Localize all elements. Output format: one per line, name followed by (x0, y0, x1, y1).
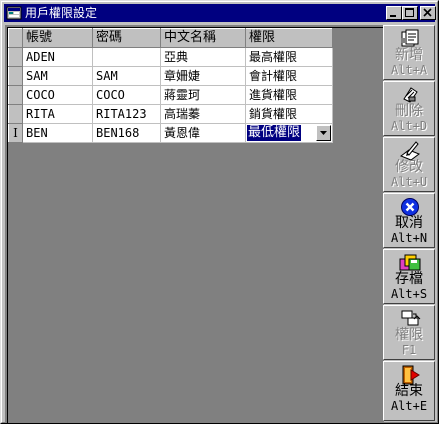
save-button-shortcut: Alt+S (390, 287, 428, 301)
chevron-down-icon (320, 131, 327, 135)
add-button-shortcut: Alt+A (390, 63, 428, 77)
exit-button-label: 結束 (395, 383, 423, 399)
maximize-icon (405, 8, 414, 17)
close-icon (423, 8, 432, 17)
current-row-indicator[interactable]: I (8, 123, 23, 143)
column-header-account[interactable]: 帳號 (22, 28, 93, 48)
row-selector[interactable] (8, 47, 23, 67)
user-permission-grid: 帳號 密碼 中文名稱 權限 ADEN 亞典 最高權限 SAM SAM 章姍婕 會… (7, 27, 384, 423)
permission-button-label: 權限 (395, 327, 423, 343)
action-toolbar: 新增 Alt+A 刪除 Alt+D 修改 Alt+U 取消 Alt+N 存檔 A… (383, 25, 435, 421)
name-cell[interactable]: 章姍婕 (160, 66, 246, 86)
edit-record-icon (399, 141, 421, 161)
name-cell[interactable]: 高瑞蓁 (160, 104, 246, 124)
grid-frame: 帳號 密碼 中文名稱 權限 ADEN 亞典 最高權限 SAM SAM 章姍婕 會… (5, 25, 384, 423)
add-button[interactable]: 新增 Alt+A (383, 25, 435, 80)
maximize-button[interactable] (402, 6, 418, 20)
table-row[interactable]: SAM SAM 章姍婕 會計權限 (8, 66, 333, 86)
delete-button[interactable]: 刪除 Alt+D (383, 81, 435, 136)
exit-button[interactable]: 結束 Alt+E (383, 361, 435, 421)
window-title: 用戶權限設定 (25, 6, 98, 20)
cancel-x-icon (401, 198, 419, 216)
table-row[interactable]: RITA RITA123 高瑞蓁 銷貨權限 (8, 104, 333, 124)
grid-header-row: 帳號 密碼 中文名稱 權限 (8, 28, 333, 48)
save-button[interactable]: 存檔 Alt+S (383, 249, 435, 304)
add-record-icon (401, 29, 419, 47)
column-header-password[interactable]: 密碼 (92, 28, 161, 48)
name-cell[interactable]: 亞典 (160, 47, 246, 67)
dropdown-arrow-button[interactable] (316, 125, 331, 141)
cancel-button[interactable]: 取消 Alt+N (383, 193, 435, 248)
password-cell[interactable]: COCO (92, 85, 161, 105)
password-cell[interactable]: RITA123 (92, 104, 161, 124)
close-button[interactable] (420, 6, 436, 20)
table-row[interactable]: COCO COCO 蔣靈珂 進貨權限 (8, 85, 333, 105)
permission-cell[interactable]: 進貨權限 (245, 85, 333, 105)
cancel-button-label: 取消 (395, 215, 423, 231)
save-button-label: 存檔 (395, 271, 423, 287)
row-selector[interactable] (8, 85, 23, 105)
app-window-icon (6, 6, 22, 20)
title-bar[interactable]: 用戶權限設定 (4, 4, 436, 22)
exit-door-icon (402, 365, 420, 385)
account-cell[interactable]: BEN (22, 123, 93, 143)
add-button-label: 新增 (395, 47, 423, 63)
permission-select-value[interactable]: 最低權限 (247, 125, 302, 141)
account-cell[interactable]: ADEN (22, 47, 93, 67)
edit-button-label: 修改 (395, 159, 423, 175)
table-row-current[interactable]: I BEN BEN168 黃恩偉 最低權限 (8, 123, 333, 143)
name-cell[interactable]: 蔣靈珂 (160, 85, 246, 105)
permission-button-shortcut: F1 (401, 343, 417, 357)
delete-button-shortcut: Alt+D (390, 119, 428, 133)
cancel-button-shortcut: Alt+N (390, 231, 428, 245)
save-disks-icon (399, 254, 421, 271)
permission-dropdown-cell[interactable]: 最低權限 (245, 123, 333, 143)
table-row[interactable]: ADEN 亞典 最高權限 (8, 47, 333, 67)
column-header-name[interactable]: 中文名稱 (160, 28, 246, 48)
password-cell[interactable] (92, 47, 161, 67)
permission-button[interactable]: 權限 F1 (383, 305, 435, 360)
delete-record-icon (403, 87, 418, 103)
account-cell[interactable]: COCO (22, 85, 93, 105)
permission-cell[interactable]: 銷貨權限 (245, 104, 333, 124)
password-cell[interactable]: BEN168 (92, 123, 161, 143)
account-cell[interactable]: RITA (22, 104, 93, 124)
delete-button-label: 刪除 (395, 103, 423, 119)
minimize-icon (390, 15, 396, 17)
edit-cursor-icon: I (13, 125, 18, 140)
permission-icon (401, 310, 421, 326)
row-selector[interactable] (8, 66, 23, 86)
edit-button[interactable]: 修改 Alt+U (383, 137, 435, 192)
row-header-corner (8, 28, 23, 48)
account-cell[interactable]: SAM (22, 66, 93, 86)
name-cell[interactable]: 黃恩偉 (160, 123, 246, 143)
row-selector[interactable] (8, 104, 23, 124)
permission-cell[interactable]: 最高權限 (245, 47, 333, 67)
password-cell[interactable]: SAM (92, 66, 161, 86)
permission-cell[interactable]: 會計權限 (245, 66, 333, 86)
minimize-button[interactable] (386, 6, 402, 20)
exit-button-shortcut: Alt+E (390, 399, 428, 413)
permission-window: 用戶權限設定 帳號 密碼 中文名稱 權限 ADEN 亞典 最高權限 SAM SA… (0, 0, 439, 424)
edit-button-shortcut: Alt+U (390, 175, 428, 189)
column-header-permission[interactable]: 權限 (245, 28, 333, 48)
